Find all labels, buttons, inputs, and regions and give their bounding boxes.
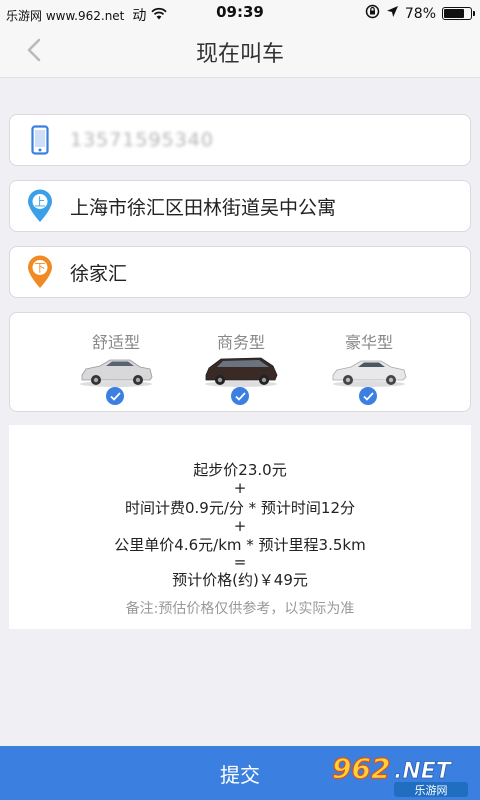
price-plus-1: + <box>233 479 247 497</box>
status-right: 78% <box>365 4 475 23</box>
luxury-car-icon <box>332 360 407 387</box>
mpv-icon <box>205 357 278 387</box>
car-option-comfort[interactable]: 舒适型 <box>46 313 186 413</box>
car-option-label: 商务型 <box>216 333 265 352</box>
car-option-label: 舒适型 <box>91 333 140 352</box>
page-title: 现在叫车 <box>195 42 284 67</box>
end-address-field[interactable]: 下 徐家汇 <box>9 246 471 298</box>
location-arrow-icon <box>386 5 399 22</box>
watermark-suffix: .NET <box>394 759 453 784</box>
price-note: 备注:预估价格仅供参考，以实际为准 <box>125 601 355 617</box>
phone-icon <box>10 114 70 166</box>
battery-percent: 78% <box>404 5 436 22</box>
orientation-lock-icon <box>365 4 380 23</box>
end-badge-text: 下 <box>35 262 46 275</box>
battery-icon <box>442 7 475 20</box>
start-badge-text: 上 <box>35 196 46 209</box>
price-estimate: 预计价格(约)￥49元 <box>172 571 308 589</box>
watermark-subtitle: 乐游网 <box>415 784 448 797</box>
battery-fill <box>444 9 465 18</box>
check-icon <box>359 387 377 405</box>
price-time-fee: 时间计费0.9元/分 * 预计时间12分 <box>124 499 356 517</box>
status-bar: 乐游网 www.962.net 动 09:39 78% <box>0 0 480 26</box>
end-pin-icon: 下 <box>10 246 70 298</box>
watermark-logo: 962 .NET 乐游网 <box>331 751 468 797</box>
price-base: 起步价23.0元 <box>193 461 287 479</box>
car-option-luxury[interactable]: 豪华型 <box>299 313 439 413</box>
price-plus-2: + <box>233 517 247 535</box>
check-icon <box>231 387 249 405</box>
price-estimate-panel: 起步价23.0元 + 时间计费0.9元/分 * 预计时间12分 + 公里单价4.… <box>9 425 471 629</box>
start-pin-icon: 上 <box>10 180 70 232</box>
start-address-field[interactable]: 上 上海市徐汇区田林街道吴中公寓 <box>9 180 471 232</box>
price-distance-fee: 公里单价4.6元/km * 预计里程3.5km <box>114 536 366 554</box>
sedan-icon <box>80 359 153 387</box>
nav-bar: 现在叫车 <box>0 26 480 78</box>
check-icon <box>106 387 124 405</box>
phone-value: 13571595340 <box>70 129 214 151</box>
start-address-value: 上海市徐汇区田林街道吴中公寓 <box>70 196 337 219</box>
watermark-number: 962 <box>332 752 390 785</box>
car-option-business[interactable]: 商务型 <box>171 313 311 413</box>
car-type-panel: 舒适型 商务型 豪华型 <box>9 312 471 412</box>
phone-field[interactable]: 13571595340 <box>9 114 471 166</box>
car-option-label: 豪华型 <box>344 333 393 352</box>
end-address-value: 徐家汇 <box>70 262 128 285</box>
